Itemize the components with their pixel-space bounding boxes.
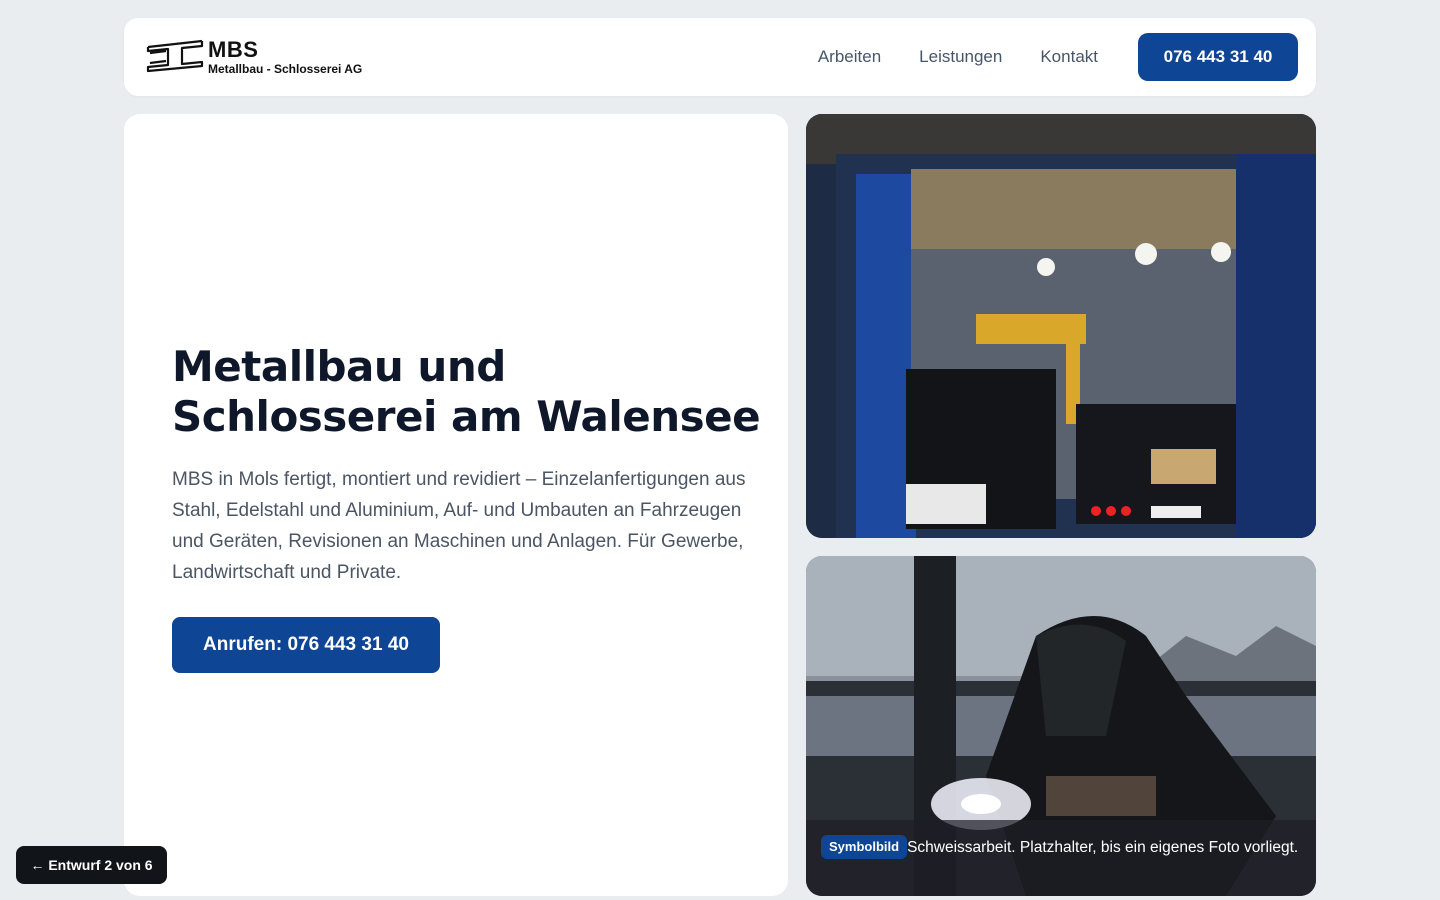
- phone-button[interactable]: 076 443 31 40: [1138, 33, 1298, 81]
- main-nav: Arbeiten Leistungen Kontakt 076 443 31 4…: [818, 33, 1298, 81]
- logo-name: MBS: [208, 37, 259, 62]
- welding-photo: Symbolbild Schweissarbeit. Platzhalter, b…: [806, 556, 1316, 896]
- hero-title: Metallbau und Schlosserei am Walensee: [172, 342, 761, 441]
- site-header: MBS Metallbau - Schlosserei AG Arbeiten …: [124, 18, 1316, 96]
- caption-text: Schweissarbeit. Platzhalter, bis ein eig…: [907, 839, 1299, 856]
- nav-link-arbeiten[interactable]: Arbeiten: [818, 47, 881, 67]
- logo-subtitle: Metallbau - Schlosserei AG: [208, 62, 363, 76]
- photo-caption: Symbolbild Schweissarbeit. Platzhalter, b…: [806, 820, 1316, 896]
- nav-link-kontakt[interactable]: Kontakt: [1040, 47, 1098, 67]
- draft-switcher-button[interactable]: ← Entwurf 2 von 6: [16, 846, 167, 884]
- workshop-photo-illustration: [806, 114, 1316, 538]
- logo-text: MBS Metallbau - Schlosserei AG: [208, 37, 363, 76]
- hero-description: MBS in Mols fertigt, montiert und revidi…: [172, 469, 746, 583]
- workshop-photo: [806, 114, 1316, 538]
- company-logo[interactable]: MBS Metallbau - Schlosserei AG: [146, 39, 362, 75]
- symbolbild-badge: Symbolbild: [821, 835, 908, 859]
- nav-link-leistungen[interactable]: Leistungen: [919, 47, 1002, 67]
- hero-card: Metallbau und Schlosserei am Walensee MB…: [124, 114, 788, 896]
- call-button[interactable]: Anrufen: 076 443 31 40: [172, 617, 440, 673]
- steel-beam-logo-icon: [146, 39, 204, 73]
